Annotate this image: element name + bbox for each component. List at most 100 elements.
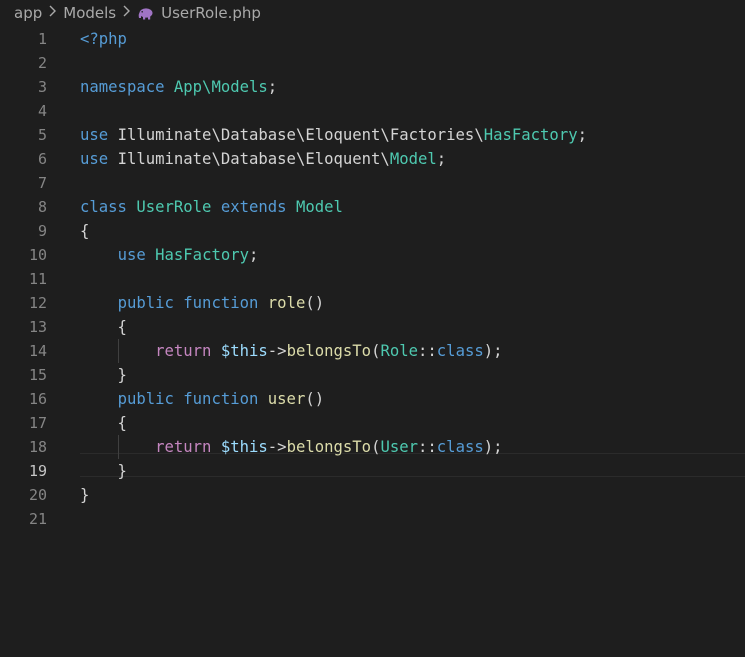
code-text: { xyxy=(80,411,127,435)
code-text: use HasFactory; xyxy=(80,243,259,267)
code-text: use Illuminate\Database\Eloquent\Model; xyxy=(80,147,446,171)
code-line[interactable]: 5 use Illuminate\Database\Eloquent\Factor… xyxy=(0,123,745,147)
code-token: $this xyxy=(220,342,268,360)
code-line[interactable]: 10 use HasFactory; xyxy=(0,243,745,267)
code-text: namespace App\Models; xyxy=(80,75,277,99)
code-token: class xyxy=(436,438,484,456)
code-token: } xyxy=(80,486,90,504)
code-text: return $this->belongsTo(Role::class); xyxy=(80,339,503,363)
code-token: ); xyxy=(483,438,503,456)
line-number: 15 xyxy=(28,366,47,384)
code-token: :: xyxy=(418,342,437,360)
code-line[interactable]: 13 { xyxy=(0,315,745,339)
code-token: user xyxy=(267,390,306,408)
code-token: Illuminate\Database\Eloquent\Factories\ xyxy=(117,126,484,144)
line-number: 12 xyxy=(28,294,47,312)
code-token: } xyxy=(80,462,127,480)
code-token: } xyxy=(80,366,127,384)
line-number: 13 xyxy=(28,318,47,336)
code-line[interactable]: 11 xyxy=(0,267,745,291)
code-token: extends xyxy=(220,198,287,216)
code-token: use xyxy=(80,150,118,168)
line-number: 11 xyxy=(28,270,47,288)
line-number: 8 xyxy=(37,198,47,216)
line-number: 17 xyxy=(28,414,47,432)
code-text: } xyxy=(80,483,89,507)
line-number: 7 xyxy=(37,174,47,192)
code-token: App\Models xyxy=(173,78,268,96)
code-token: Role xyxy=(380,342,419,360)
code-token: -> xyxy=(267,342,287,360)
chevron-right-icon xyxy=(48,5,57,21)
code-token: role xyxy=(267,294,306,312)
code-token: function xyxy=(183,294,268,312)
code-text: } xyxy=(80,459,127,483)
code-token: public xyxy=(117,390,184,408)
code-line[interactable]: 21 xyxy=(0,507,745,531)
code-token: { xyxy=(80,414,127,432)
line-number: 6 xyxy=(37,150,47,168)
code-line[interactable]: 4 xyxy=(0,99,745,123)
code-line[interactable]: 19 } xyxy=(0,459,745,483)
code-token: class xyxy=(436,342,484,360)
code-text: { xyxy=(80,315,127,339)
code-line[interactable]: 18 return $this->belongsTo(User::class); xyxy=(0,435,745,459)
line-number: 5 xyxy=(37,126,47,144)
code-line[interactable]: 16 public function user() xyxy=(0,387,745,411)
code-line[interactable]: 7 xyxy=(0,171,745,195)
code-line[interactable]: 15 } xyxy=(0,363,745,387)
breadcrumb-item-app[interactable]: app xyxy=(14,4,42,22)
line-number: 2 xyxy=(37,54,47,72)
line-number: 16 xyxy=(28,390,47,408)
code-line[interactable]: 1 <?php xyxy=(0,27,745,51)
chevron-right-icon xyxy=(122,5,131,21)
code-token: namespace xyxy=(80,78,174,96)
code-line[interactable]: 9{ xyxy=(0,219,745,243)
code-token: ; xyxy=(577,126,587,144)
code-line[interactable]: 2 xyxy=(0,51,745,75)
code-text: { xyxy=(80,219,89,243)
code-token: ; xyxy=(436,150,447,168)
code-token: UserRole xyxy=(136,198,212,216)
code-token: HasFactory xyxy=(483,126,578,144)
code-token: use xyxy=(80,126,118,144)
line-number: 4 xyxy=(37,102,47,120)
code-line[interactable]: 12 public function role() xyxy=(0,291,745,315)
code-text: } xyxy=(80,363,127,387)
code-line[interactable]: 6 use Illuminate\Database\Eloquent\Model; xyxy=(0,147,745,171)
code-token: ; xyxy=(267,78,278,96)
breadcrumb-item-models[interactable]: Models xyxy=(63,4,116,22)
code-line[interactable]: 3 namespace App\Models; xyxy=(0,75,745,99)
line-number: 21 xyxy=(28,510,47,528)
code-line[interactable]: 8 class UserRole extends Model xyxy=(0,195,745,219)
line-number: 3 xyxy=(37,78,47,96)
line-number: 18 xyxy=(28,438,47,456)
code-token: { xyxy=(80,222,90,240)
code-token: class xyxy=(80,198,137,216)
code-token: return xyxy=(155,438,221,456)
code-text: public function role() xyxy=(80,291,325,315)
code-line[interactable]: 17 { xyxy=(0,411,745,435)
code-text: public function user() xyxy=(80,387,325,411)
breadcrumb-item-file[interactable]: UserRole.php xyxy=(161,4,261,22)
code-token: belongsTo xyxy=(286,438,372,456)
code-editor[interactable]: 1 <?php 2 3 namespace App\Models; 4 5 use Illum… xyxy=(0,27,745,657)
code-token: ); xyxy=(483,342,503,360)
code-token: use xyxy=(117,246,156,264)
code-line[interactable]: 14 return $this->belongsTo(Role::class); xyxy=(0,339,745,363)
line-number: 1 xyxy=(37,30,47,48)
code-token: <?php xyxy=(80,30,127,48)
php-elephant-icon xyxy=(137,7,154,20)
code-token: Model xyxy=(295,198,343,216)
code-token: Model xyxy=(389,150,437,168)
code-line[interactable]: 20} xyxy=(0,483,745,507)
line-number: 9 xyxy=(37,222,47,240)
code-token: () xyxy=(305,390,325,408)
code-token: ; xyxy=(249,246,259,264)
code-text: return $this->belongsTo(User::class); xyxy=(80,435,503,459)
line-number: 20 xyxy=(28,486,47,504)
